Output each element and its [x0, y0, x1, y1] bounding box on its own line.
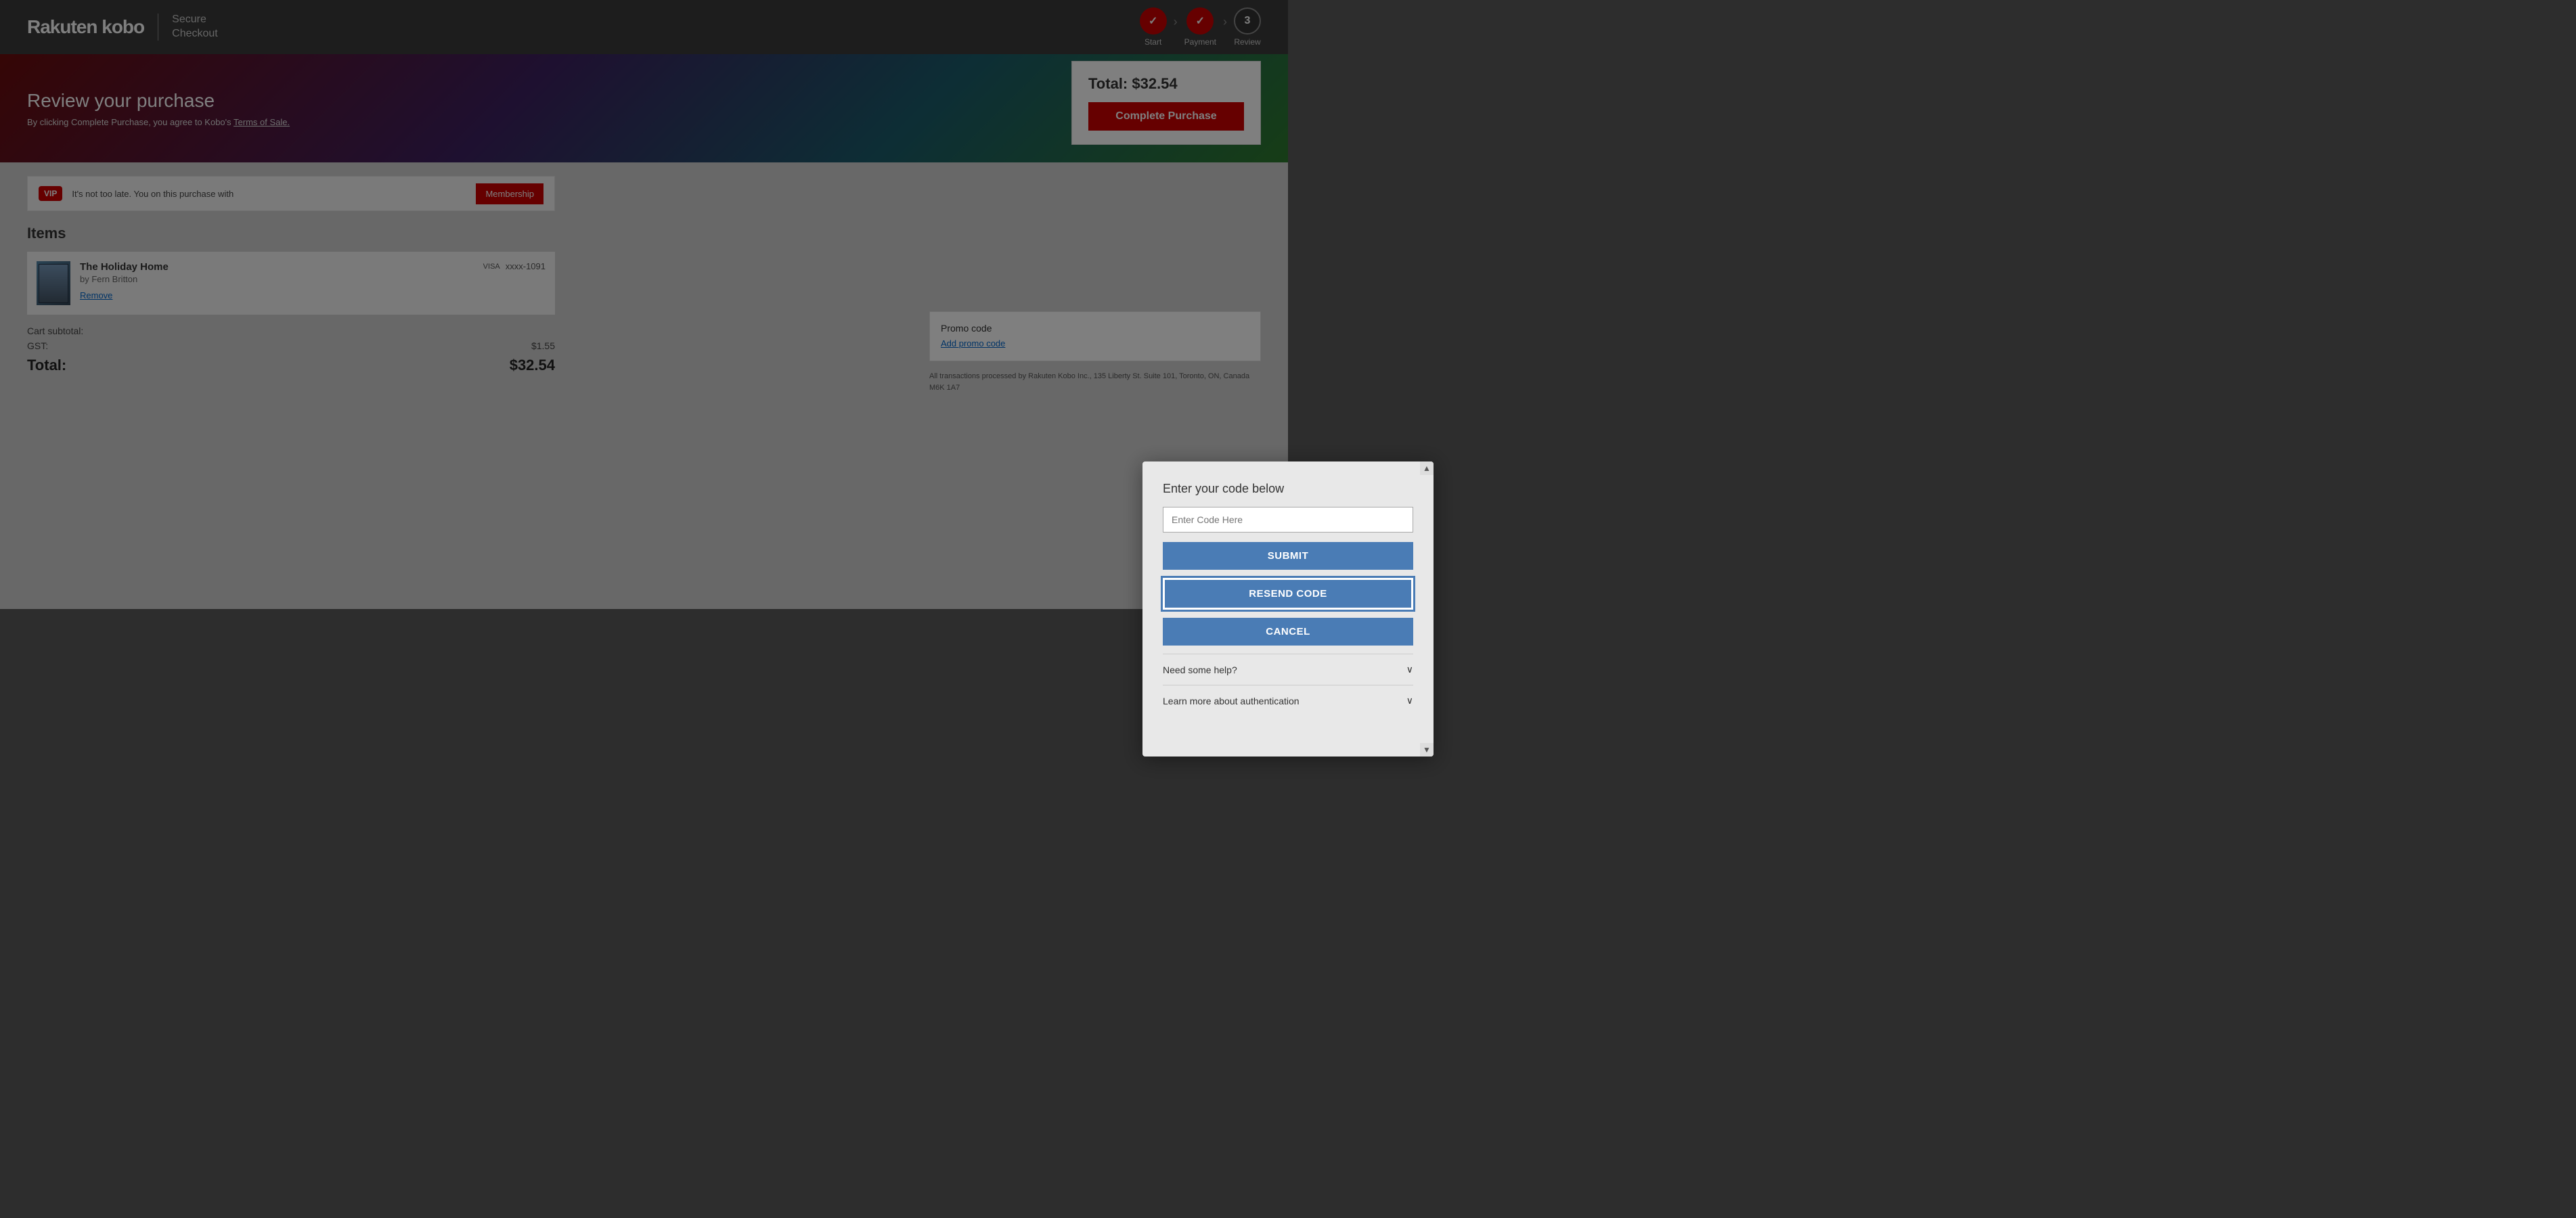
- modal-overlay: ▲ Enter your code below SUBMIT RESEND CO…: [0, 0, 2576, 1218]
- accordion-auth-header[interactable]: Learn more about authentication ∨: [1163, 695, 1413, 706]
- accordion-auth: Learn more about authentication ∨: [1163, 685, 1413, 716]
- accordion-auth-label: Learn more about authentication: [1163, 696, 1300, 706]
- accordion-help-header[interactable]: Need some help? ∨: [1163, 664, 1413, 675]
- chevron-down-icon: ∨: [1406, 664, 1413, 675]
- chevron-down-icon-2: ∨: [1406, 695, 1413, 706]
- accordion-help: Need some help? ∨: [1163, 654, 1413, 685]
- auth-code-modal: ▲ Enter your code below SUBMIT RESEND CO…: [1142, 461, 1434, 757]
- code-input[interactable]: [1163, 507, 1413, 533]
- resend-code-button[interactable]: RESEND CODE: [1163, 578, 1413, 610]
- accordion-help-label: Need some help?: [1163, 664, 1237, 675]
- modal-scroll-down[interactable]: ▼: [1420, 743, 1434, 757]
- modal-title: Enter your code below: [1163, 482, 1413, 496]
- modal-scroll-up[interactable]: ▲: [1420, 461, 1434, 475]
- cancel-button[interactable]: CANCEL: [1163, 618, 1413, 646]
- submit-button[interactable]: SUBMIT: [1163, 542, 1413, 570]
- modal-scroll-container: Enter your code below SUBMIT RESEND CODE…: [1142, 461, 1434, 757]
